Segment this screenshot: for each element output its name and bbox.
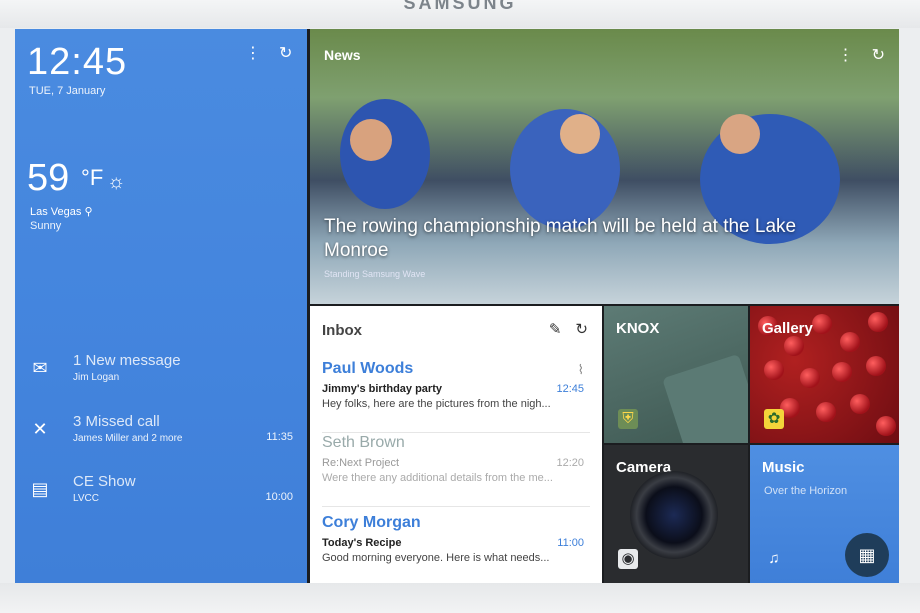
mail-subject: Re:Next Project — [322, 457, 400, 469]
refresh-icon[interactable]: ↻ — [872, 45, 885, 65]
weather-unit: °F — [81, 165, 104, 190]
camera-app-icon: ◉ — [618, 549, 638, 569]
mail-time: 12:45 — [556, 383, 584, 395]
more-vert-icon[interactable]: ⋮ — [245, 43, 261, 63]
location-pin-icon: ⚲ — [84, 206, 93, 218]
notification-title: 3 Missed call — [73, 413, 160, 430]
weather-condition: Sunny — [30, 220, 62, 232]
inbox-title: Inbox — [322, 322, 362, 339]
attachment-icon: ⌇ — [577, 362, 584, 377]
gallery-tile[interactable]: Gallery ✿ — [750, 306, 899, 443]
left-panel-actions: ⋮ ↻ — [245, 43, 292, 63]
compose-icon[interactable]: ✎ — [549, 320, 562, 338]
refresh-icon[interactable]: ↻ — [575, 320, 588, 338]
music-track-title: Over the Horizon — [764, 485, 848, 497]
cherry-shape — [784, 336, 804, 356]
news-label: News — [324, 47, 361, 63]
mail-time: 11:00 — [557, 537, 584, 549]
news-photo-shape — [350, 119, 392, 161]
cherry-shape — [876, 416, 896, 436]
clock-time: 12:45 — [27, 41, 128, 83]
gallery-app-icon: ✿ — [764, 409, 784, 429]
camera-tile[interactable]: Camera ◉ — [604, 445, 748, 583]
mail-subject: Today's Recipe — [322, 537, 402, 549]
notification-subtitle: LVCC — [73, 493, 99, 504]
sun-icon: ☼ — [107, 171, 126, 193]
inbox-item[interactable]: Paul Woods ⌇ Jimmy's birthday party 12:4… — [322, 360, 590, 433]
home-screen: 12:45 TUE, 7 January ⋮ ↻ 59 °F ☼ Las Veg… — [15, 29, 899, 583]
notification-title: 1 New message — [73, 352, 181, 369]
cherry-shape — [816, 402, 836, 422]
inbox-item[interactable]: Seth Brown Re:Next Project 12:20 Were th… — [322, 434, 590, 507]
knox-device-shape — [662, 353, 748, 443]
cherry-shape — [866, 356, 886, 376]
refresh-icon[interactable]: ↻ — [279, 43, 292, 63]
inbox-actions: ✎ ↻ — [549, 320, 588, 338]
cherry-shape — [812, 314, 832, 334]
cherry-shape — [850, 394, 870, 414]
notification-event[interactable]: ▤ CE Show LVCC 10:00 — [15, 473, 307, 513]
notification-time: 10:00 — [265, 491, 293, 503]
news-photo-shape — [560, 114, 600, 154]
inbox-widget: Inbox ✎ ↻ Paul Woods ⌇ Jimmy's birthday … — [310, 306, 602, 583]
cherry-shape — [832, 362, 852, 382]
cherry-shape — [764, 360, 784, 380]
notification-subtitle: James Miller and 2 more — [73, 433, 183, 444]
music-tile[interactable]: Music Over the Horizon ♫ ▦ — [750, 445, 899, 583]
mail-time: 12:20 — [556, 457, 584, 469]
mail-icon: ✉ — [32, 358, 48, 378]
notification-title: CE Show — [73, 473, 136, 490]
weather-temperature: 59 — [27, 157, 70, 199]
weather-location: Las Vegas ⚲ — [30, 206, 93, 218]
notification-time: 11:35 — [266, 431, 293, 443]
brand-logo: SAMSUNG — [403, 0, 517, 13]
camera-lens-shape — [630, 471, 718, 559]
mail-sender: Cory Morgan — [322, 514, 421, 531]
knox-shield-icon: ⛨ — [618, 409, 638, 429]
news-widget[interactable]: News ⋮ ↻ The rowing championship match w… — [310, 29, 899, 304]
news-source: Standing Samsung Wave — [324, 269, 426, 279]
mail-sender: Paul Woods — [322, 360, 414, 377]
more-vert-icon[interactable]: ⋮ — [838, 45, 854, 65]
tile-label: Music — [762, 459, 805, 476]
clock-date: TUE, 7 January — [29, 85, 106, 97]
apps-grid-button[interactable]: ▦ — [845, 533, 889, 577]
cherry-shape — [868, 312, 888, 332]
device-bezel-top: SAMSUNG — [0, 0, 920, 28]
music-app-icon: ♫ — [768, 550, 780, 567]
mail-preview: Hey folks, here are the pictures from th… — [322, 398, 551, 410]
left-panel: 12:45 TUE, 7 January ⋮ ↻ 59 °F ☼ Las Veg… — [15, 29, 307, 583]
news-photo-shape — [720, 114, 760, 154]
mail-subject: Jimmy's birthday party — [322, 383, 442, 395]
news-headline[interactable]: The rowing championship match will be he… — [324, 215, 844, 263]
news-actions: ⋮ ↻ — [838, 45, 885, 65]
cherry-shape — [800, 368, 820, 388]
mail-preview: Were there any additional details from t… — [322, 472, 553, 484]
calendar-icon: ▤ — [31, 479, 49, 499]
inbox-item[interactable]: Cory Morgan Today's Recipe 11:00 Good mo… — [322, 514, 590, 583]
tile-label: Gallery — [762, 320, 813, 337]
notification-missed-call[interactable]: ✕ 3 Missed call James Miller and 2 more … — [15, 413, 307, 453]
notification-message[interactable]: ✉ 1 New message Jim Logan — [15, 352, 307, 392]
device-bezel-bottom — [0, 583, 920, 613]
notification-subtitle: Jim Logan — [73, 372, 120, 383]
missed-call-icon: ✕ — [32, 419, 48, 439]
knox-tile[interactable]: KNOX ⛨ — [604, 306, 748, 443]
tile-label: KNOX — [616, 320, 660, 337]
cherry-shape — [840, 332, 860, 352]
mail-sender: Seth Brown — [322, 434, 405, 451]
mail-preview: Good morning everyone. Here is what need… — [322, 552, 550, 564]
